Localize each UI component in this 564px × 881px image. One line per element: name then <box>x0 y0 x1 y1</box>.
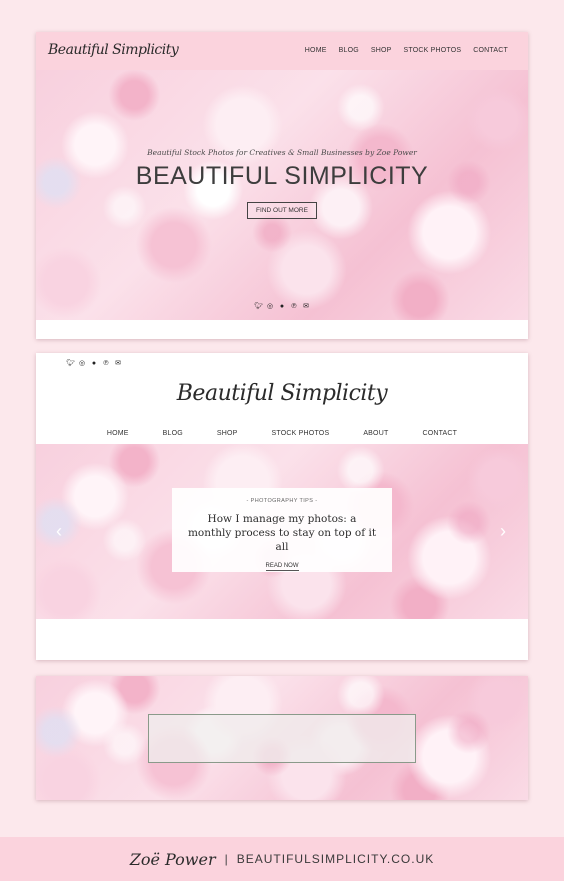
site-logo-centered[interactable]: Beautiful Simplicity <box>36 381 528 406</box>
nav-item-home[interactable]: HOME <box>305 47 327 54</box>
twitter-icon[interactable]: 🐦︎ <box>66 360 75 368</box>
main-nav-centered: HOME BLOG SHOP STOCK PHOTOS ABOUT CONTAC… <box>36 430 528 437</box>
nav-item-stock-photos[interactable]: STOCK PHOTOS <box>404 47 462 54</box>
hero: Beautiful Stock Photos for Creatives & S… <box>36 70 528 320</box>
footer-separator: | <box>224 852 228 866</box>
hero-title: BEAUTIFUL SIMPLICITY <box>135 162 429 190</box>
nav-item-blog[interactable]: BLOG <box>163 430 183 437</box>
featured-post-box: - PHOTOGRAPHY TIPS - How I manage my pho… <box>172 488 392 572</box>
mockup-card-1: Beautiful Simplicity HOME BLOG SHOP STOC… <box>36 32 528 339</box>
slider-next-arrow-icon[interactable]: › <box>500 521 506 542</box>
main-nav: HOME BLOG SHOP STOCK PHOTOS CONTACT <box>293 47 508 54</box>
mockup-card-2: 🐦︎ ◎ ● ℗ ✉ Beautiful Simplicity HOME BLO… <box>36 353 528 660</box>
nav-item-blog[interactable]: BLOG <box>339 47 359 54</box>
mockup-card-3 <box>36 676 528 800</box>
nav-item-contact[interactable]: CONTACT <box>422 430 457 437</box>
website-url[interactable]: BEAUTIFULSIMPLICITY.CO.UK <box>237 852 434 866</box>
find-out-more-button[interactable]: FIND OUT MORE <box>247 202 317 219</box>
nav-item-shop[interactable]: SHOP <box>371 47 392 54</box>
footer-bar: Zoë Power | BEAUTIFULSIMPLICITY.CO.UK <box>0 837 564 881</box>
flickr-icon[interactable]: ● <box>90 360 98 368</box>
pinterest-icon[interactable]: ℗ <box>102 360 110 368</box>
hero-tagline: Beautiful Stock Photos for Creatives & S… <box>147 148 417 157</box>
banner-overlay-frame <box>148 714 416 763</box>
post-category[interactable]: - PHOTOGRAPHY TIPS - <box>172 498 392 504</box>
read-now-link[interactable]: READ NOW <box>265 563 299 571</box>
nav-item-home[interactable]: HOME <box>107 430 129 437</box>
nav-item-contact[interactable]: CONTACT <box>473 47 508 54</box>
post-title[interactable]: How I manage my photos: a monthly proces… <box>172 512 392 554</box>
slider-prev-arrow-icon[interactable]: ‹ <box>56 521 62 542</box>
instagram-icon[interactable]: ◎ <box>78 360 86 368</box>
nav-item-shop[interactable]: SHOP <box>217 430 238 437</box>
email-icon[interactable]: ✉ <box>114 360 122 368</box>
site-logo[interactable]: Beautiful Simplicity <box>48 42 179 58</box>
social-icons-top: 🐦︎ ◎ ● ℗ ✉ <box>66 360 122 368</box>
signature: Zoë Power <box>129 849 216 869</box>
nav-item-stock-photos[interactable]: STOCK PHOTOS <box>272 430 330 437</box>
nav-item-about[interactable]: ABOUT <box>363 430 388 437</box>
